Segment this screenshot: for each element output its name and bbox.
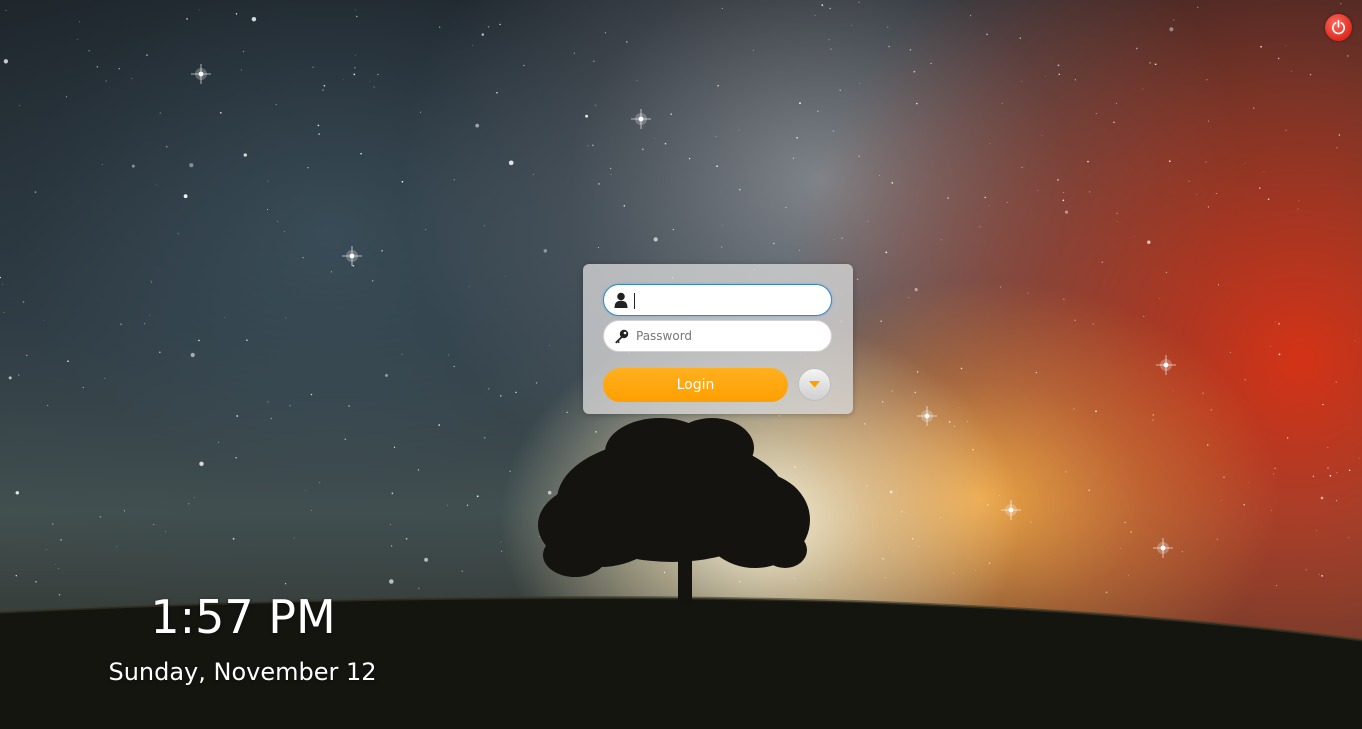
password-field[interactable] xyxy=(603,320,832,352)
login-button[interactable]: Login xyxy=(603,368,788,402)
clock-time: 1:57 PM xyxy=(150,590,336,644)
login-panel: Login xyxy=(583,264,853,414)
text-cursor xyxy=(634,293,635,309)
key-icon xyxy=(608,321,634,351)
password-input[interactable] xyxy=(634,322,824,350)
login-options-button[interactable] xyxy=(798,368,831,401)
username-input[interactable] xyxy=(634,286,824,314)
chevron-down-icon xyxy=(809,381,820,388)
login-button-label: Login xyxy=(676,377,715,393)
clock-date: Sunday, November 12 xyxy=(108,658,377,686)
power-icon xyxy=(1331,19,1346,35)
username-field[interactable] xyxy=(603,284,832,316)
power-button[interactable] xyxy=(1325,14,1352,41)
user-icon xyxy=(608,285,634,315)
lock-screen: Login 1:57 PM Sunday, November 12 xyxy=(0,0,1362,729)
